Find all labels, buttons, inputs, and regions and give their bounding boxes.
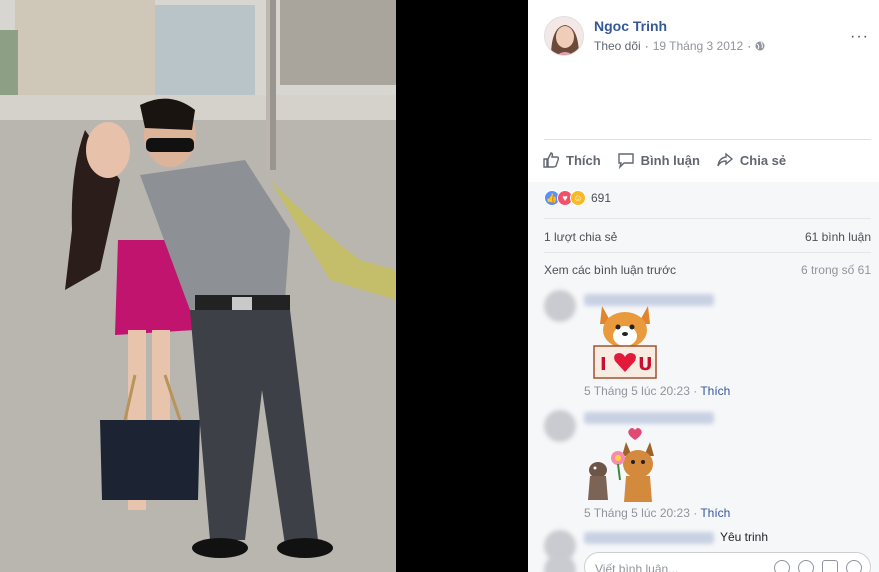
commenter-avatar[interactable] <box>544 410 576 442</box>
action-bar: Thích Bình luận Chia sẻ <box>542 146 871 174</box>
divider <box>544 139 871 140</box>
corgi-i-love-u-sticker: I U <box>593 306 657 379</box>
post-photo[interactable] <box>0 0 396 572</box>
comment-like-link[interactable]: Thích <box>700 384 730 398</box>
comment-separator: · <box>689 506 701 520</box>
divider <box>544 252 871 253</box>
more-options-icon[interactable]: ··· <box>850 28 869 46</box>
comment-label: Bình luận <box>640 152 700 168</box>
gif-icon[interactable] <box>822 560 838 572</box>
comment-button[interactable]: Bình luận <box>617 151 700 169</box>
share-label: Chia sẻ <box>739 152 787 168</box>
post-detail-panel: Ngoc Trinh Theo dõi · 19 Tháng 3 2012 · … <box>528 0 879 572</box>
dogs-flower-sticker <box>588 428 654 502</box>
composer-icons <box>774 560 862 572</box>
comment-timestamp: 5 Tháng 5 lúc 20:23 · Thích <box>584 384 730 398</box>
meta-separator-2: · <box>747 39 752 53</box>
comment-count[interactable]: 61 bình luận <box>805 230 871 244</box>
comment-item: Yêu trinh <box>544 528 871 562</box>
svg-text:U: U <box>638 354 653 375</box>
thumbs-up-icon <box>543 152 560 168</box>
like-label: Thích <box>566 152 601 168</box>
avatar-image <box>545 17 583 55</box>
comment-item: 5 Tháng 5 lúc 20:23 · Thích <box>544 408 871 523</box>
comment-time[interactable]: 5 Tháng 5 lúc 20:23 <box>584 384 690 398</box>
author-avatar[interactable] <box>544 16 584 56</box>
commenter-name-blurred[interactable] <box>584 532 714 544</box>
photo-illustration <box>0 0 396 572</box>
share-button[interactable]: Chia sẻ <box>716 151 786 169</box>
comment-placeholder: Viết bình luận... <box>595 562 679 572</box>
svg-text:I: I <box>600 354 607 375</box>
post-meta: Theo dõi · 19 Tháng 3 2012 · <box>594 39 765 53</box>
like-button[interactable]: Thích <box>542 151 601 169</box>
comment-item: I U 5 Tháng 5 lúc 20:23 · Thích <box>544 288 871 403</box>
commenter-avatar[interactable] <box>544 290 576 322</box>
meta-separator: · <box>644 39 649 53</box>
haha-reaction-icon: ☺ <box>570 190 586 206</box>
author-name[interactable]: Ngoc Trinh <box>594 18 667 34</box>
comment-icon <box>617 153 634 169</box>
post-date[interactable]: 19 Tháng 3 2012 <box>653 39 744 53</box>
comment-separator: · <box>689 384 701 398</box>
comment-input[interactable]: Viết bình luận... <box>584 552 871 572</box>
share-count[interactable]: 1 lượt chia sẻ <box>544 230 617 244</box>
share-icon <box>717 152 733 167</box>
comment-text: Yêu trinh <box>720 530 769 544</box>
camera-icon[interactable] <box>798 560 814 572</box>
comment-timestamp: 5 Tháng 5 lúc 20:23 · Thích <box>584 506 730 520</box>
follow-link[interactable]: Theo dõi <box>594 39 641 53</box>
view-previous-comments-link[interactable]: Xem các bình luận trước <box>544 263 676 277</box>
reaction-count: 691 <box>591 191 612 205</box>
sticker-icon[interactable] <box>846 560 862 572</box>
divider <box>544 218 871 219</box>
emoji-icon[interactable] <box>774 560 790 572</box>
globe-icon <box>755 41 765 51</box>
composer-avatar <box>544 554 576 572</box>
comment-like-link[interactable]: Thích <box>700 506 730 520</box>
comment-composer: Viết bình luận... <box>544 552 871 572</box>
comment-time[interactable]: 5 Tháng 5 lúc 20:23 <box>584 506 690 520</box>
photo-viewer <box>0 0 528 572</box>
commenter-name-blurred[interactable] <box>584 412 714 424</box>
reactions-summary[interactable]: 👍 ♥ ☺ 691 <box>544 190 611 206</box>
comment-page-indicator: 6 trong số 61 <box>800 263 871 277</box>
